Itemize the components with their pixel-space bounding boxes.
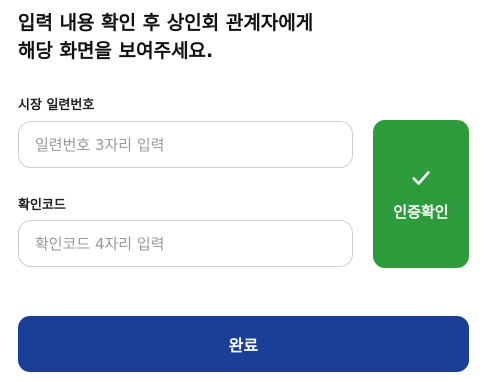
confirm-code-label: 확인코드	[18, 198, 66, 213]
serial-number-input[interactable]	[18, 121, 353, 168]
serial-number-label: 시장 일련번호	[18, 98, 95, 113]
instruction-line-2: 해당 화면을 보여주세요.	[18, 40, 214, 62]
confirm-code-input[interactable]	[18, 220, 353, 267]
verify-button-label: 인증확인	[393, 202, 449, 221]
complete-button[interactable]: 완료	[18, 316, 469, 372]
complete-button-label: 완료	[228, 336, 259, 355]
verify-button[interactable]: 인증확인	[373, 120, 469, 268]
instruction-line-1: 입력 내용 확인 후 상인회 관계자에게	[18, 12, 314, 34]
instruction-text: 입력 내용 확인 후 상인회 관계자에게 해당 화면을 보여주세요.	[18, 9, 458, 65]
check-icon	[412, 170, 430, 185]
